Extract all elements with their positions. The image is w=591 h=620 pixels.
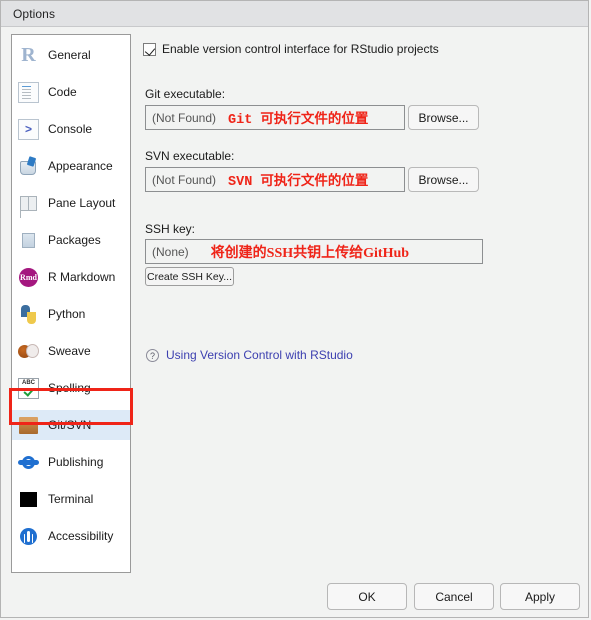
sidebar-item-label: Packages [48, 233, 101, 247]
svn-executable-label: SVN executable: [145, 149, 235, 163]
sidebar-item-pane-layout[interactable]: Pane Layout [12, 188, 130, 218]
python-logo-icon [18, 304, 39, 325]
options-dialog: Options R General Code > Console Appeara… [0, 0, 589, 618]
paint-bucket-icon [18, 156, 39, 177]
sidebar-item-packages[interactable]: Packages [12, 225, 130, 255]
ok-button[interactable]: OK [327, 583, 407, 610]
rmd-circle-icon: Rmd [18, 267, 39, 288]
enable-version-control-checkbox[interactable] [143, 42, 156, 56]
title-bar: Options [1, 1, 588, 27]
help-link-text[interactable]: Using Version Control with RStudio [166, 348, 353, 362]
version-control-help-link[interactable]: ? Using Version Control with RStudio [146, 348, 353, 362]
terminal-black-icon [18, 489, 39, 510]
svn-executable-annotation: SVN 可执行文件的位置 [228, 175, 369, 190]
sidebar-item-console[interactable]: > Console [12, 114, 130, 144]
sidebar-item-label: Pane Layout [48, 196, 116, 210]
sidebar-item-spelling[interactable]: Spelling [12, 373, 130, 403]
git-executable-value: (Not Found) [152, 110, 217, 125]
sidebar-item-appearance[interactable]: Appearance [12, 151, 130, 181]
sidebar-item-git-svn[interactable]: Git/SVN [12, 410, 130, 440]
sidebar-item-label: Python [48, 307, 86, 321]
sidebar-item-publishing[interactable]: Publishing [12, 447, 130, 477]
enable-version-control-label: Enable version control interface for RSt… [162, 42, 439, 56]
sidebar-item-accessibility[interactable]: Accessibility [12, 521, 130, 551]
prompt-arrow-icon: > [18, 118, 39, 140]
sidebar-item-label: Terminal [48, 492, 94, 506]
svn-browse-button[interactable]: Browse... [408, 167, 479, 192]
sidebar-item-label: Console [48, 122, 93, 136]
sidebar-item-label: Accessibility [48, 529, 114, 543]
document-code-icon [18, 81, 39, 103]
sidebar-item-label: Publishing [48, 455, 104, 469]
sidebar-item-python[interactable]: Python [12, 299, 130, 329]
sidebar-item-sweave[interactable]: Sweave [12, 336, 130, 366]
apply-button[interactable]: Apply [500, 583, 580, 610]
options-category-list[interactable]: R General Code > Console Appearance Pane… [11, 34, 131, 573]
sidebar-item-r-markdown[interactable]: Rmd R Markdown [12, 262, 130, 292]
cancel-button[interactable]: Cancel [414, 583, 494, 610]
publishing-icon [18, 452, 39, 473]
sidebar-item-label: General [48, 48, 91, 62]
git-box-icon [18, 415, 39, 436]
git-browse-button[interactable]: Browse... [408, 105, 479, 130]
question-mark-icon: ? [146, 348, 159, 362]
git-executable-input[interactable]: (Not Found) Git 可执行文件的位置 [145, 105, 405, 130]
window-title: Options [13, 7, 56, 21]
spellcheck-abc-icon [18, 377, 39, 399]
sweave-icon [18, 341, 39, 362]
r-logo-icon: R [21, 43, 36, 66]
sidebar-item-label: Sweave [48, 344, 91, 358]
ssh-key-label: SSH key: [145, 222, 196, 236]
ssh-key-value: (None) [152, 244, 189, 259]
package-box-icon [18, 230, 39, 251]
sidebar-item-code[interactable]: Code [12, 77, 130, 107]
svn-executable-input[interactable]: (Not Found) SVN 可执行文件的位置 [145, 167, 405, 192]
enable-version-control-row[interactable]: Enable version control interface for RSt… [143, 42, 439, 56]
svn-executable-value: (Not Found) [152, 172, 217, 187]
sidebar-item-terminal[interactable]: Terminal [12, 484, 130, 514]
accessibility-icon [18, 526, 39, 547]
sidebar-item-general[interactable]: R General [12, 40, 130, 70]
create-ssh-key-button[interactable]: Create SSH Key... [145, 267, 234, 286]
ssh-key-input[interactable]: (None) 将创建的SSH共钥上传给GitHub [145, 239, 483, 264]
git-executable-annotation: Git 可执行文件的位置 [228, 113, 369, 128]
rmd-icon-text: Rmd [20, 272, 37, 282]
sidebar-item-label: R Markdown [48, 270, 116, 284]
sidebar-item-label: Appearance [48, 159, 113, 173]
sidebar-item-label: Code [48, 85, 77, 99]
git-executable-label: Git executable: [145, 87, 226, 101]
sidebar-item-label: Git/SVN [48, 418, 92, 432]
pane-grid-icon [18, 193, 39, 214]
ssh-key-annotation: 将创建的SSH共钥上传给GitHub [210, 245, 410, 261]
sidebar-item-label: Spelling [48, 381, 91, 395]
